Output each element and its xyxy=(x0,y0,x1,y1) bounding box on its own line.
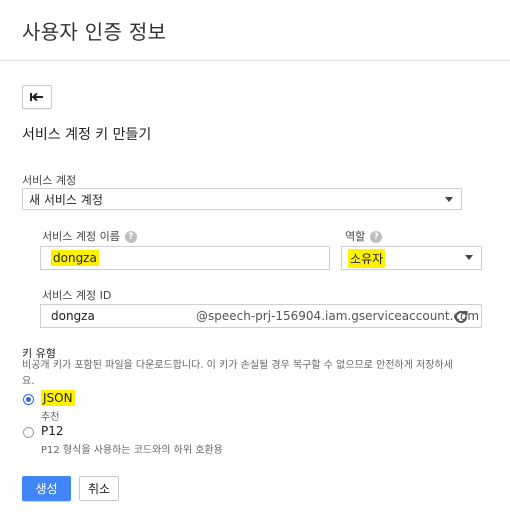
account-id-input[interactable]: dongza @speech-prj-156904.iam.gserviceac… xyxy=(40,304,482,328)
service-account-label: 서비스 계정 xyxy=(22,174,77,187)
back-button[interactable] xyxy=(22,85,52,109)
role-label-row: 역할? xyxy=(345,228,383,244)
account-name-label-row: 서비스 계정 이름? xyxy=(42,228,137,244)
page-title: 사용자 인증 정보 xyxy=(22,20,167,44)
section-title: 서비스 계정 키 만들기 xyxy=(22,127,152,143)
help-icon[interactable]: ? xyxy=(370,231,383,243)
service-account-value: 새 서비스 계정 xyxy=(29,192,103,207)
account-name-value: dongza xyxy=(51,250,99,266)
json-label-text: JSON xyxy=(41,390,75,406)
role-label: 역할 xyxy=(345,230,366,243)
cancel-button[interactable]: 취소 xyxy=(79,476,119,501)
account-id-label: 서비스 계정 ID xyxy=(42,289,112,302)
p12-option-label[interactable]: P12 xyxy=(41,424,64,438)
json-radio[interactable] xyxy=(23,394,34,405)
p12-radio[interactable] xyxy=(23,427,34,438)
account-id-value: dongza xyxy=(51,309,95,323)
p12-sublabel: P12 형식을 사용하는 코드와의 하위 호환용 xyxy=(41,445,223,456)
create-button[interactable]: 생성 xyxy=(22,476,71,501)
help-icon[interactable]: ? xyxy=(124,231,137,243)
chevron-down-icon xyxy=(445,197,453,202)
account-id-suffix: @speech-prj-156904.iam.gserviceaccount.c… xyxy=(196,309,480,323)
back-arrow-icon xyxy=(30,92,43,102)
chevron-down-icon xyxy=(465,255,473,260)
role-value: 소유자 xyxy=(348,248,386,268)
account-name-label: 서비스 계정 이름 xyxy=(42,230,120,243)
header-divider xyxy=(0,60,510,61)
account-name-input[interactable]: dongza xyxy=(40,246,330,270)
json-sublabel: 추천 xyxy=(41,412,60,423)
refresh-icon[interactable] xyxy=(453,309,469,325)
key-type-description: 비공개 키가 포함된 파일을 다운로드합니다. 이 키가 손실될 경우 복구할 … xyxy=(22,360,453,387)
role-select[interactable]: 소유자 xyxy=(341,246,482,270)
service-account-select[interactable]: 새 서비스 계정 xyxy=(22,188,462,210)
json-option-label[interactable]: JSON xyxy=(41,390,75,406)
